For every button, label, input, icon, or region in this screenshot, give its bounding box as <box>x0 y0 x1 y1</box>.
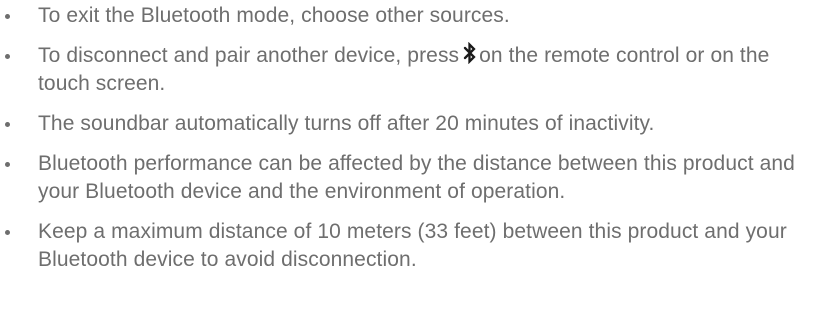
page: { "notes": [ {"text": "To exit the Bluet… <box>0 0 817 329</box>
note-text: The soundbar automatically turns off aft… <box>38 112 655 135</box>
note-text: Bluetooth performance can be affected by… <box>38 152 795 203</box>
note-text: Keep a maximum distance of 10 meters (33… <box>38 220 787 271</box>
notes-list: To exit the Bluetooth mode, choose other… <box>0 0 817 274</box>
bullet-icon <box>5 162 10 167</box>
bluetooth-icon <box>463 42 477 64</box>
bullet-icon <box>5 122 10 127</box>
note-item-performance: Bluetooth performance can be affected by… <box>0 150 817 206</box>
note-item-exit-bluetooth: To exit the Bluetooth mode, choose other… <box>0 0 817 30</box>
bullet-icon <box>5 230 10 235</box>
note-item-max-distance: Keep a maximum distance of 10 meters (33… <box>0 218 817 274</box>
note-item-disconnect-pair: To disconnect and pair another device, p… <box>0 42 817 98</box>
bullet-icon <box>5 54 10 59</box>
note-text-before-icon: To disconnect and pair another device, p… <box>38 44 460 67</box>
note-item-auto-off: The soundbar automatically turns off aft… <box>0 110 817 138</box>
note-text: To exit the Bluetooth mode, choose other… <box>38 4 510 27</box>
bullet-icon <box>5 14 10 19</box>
